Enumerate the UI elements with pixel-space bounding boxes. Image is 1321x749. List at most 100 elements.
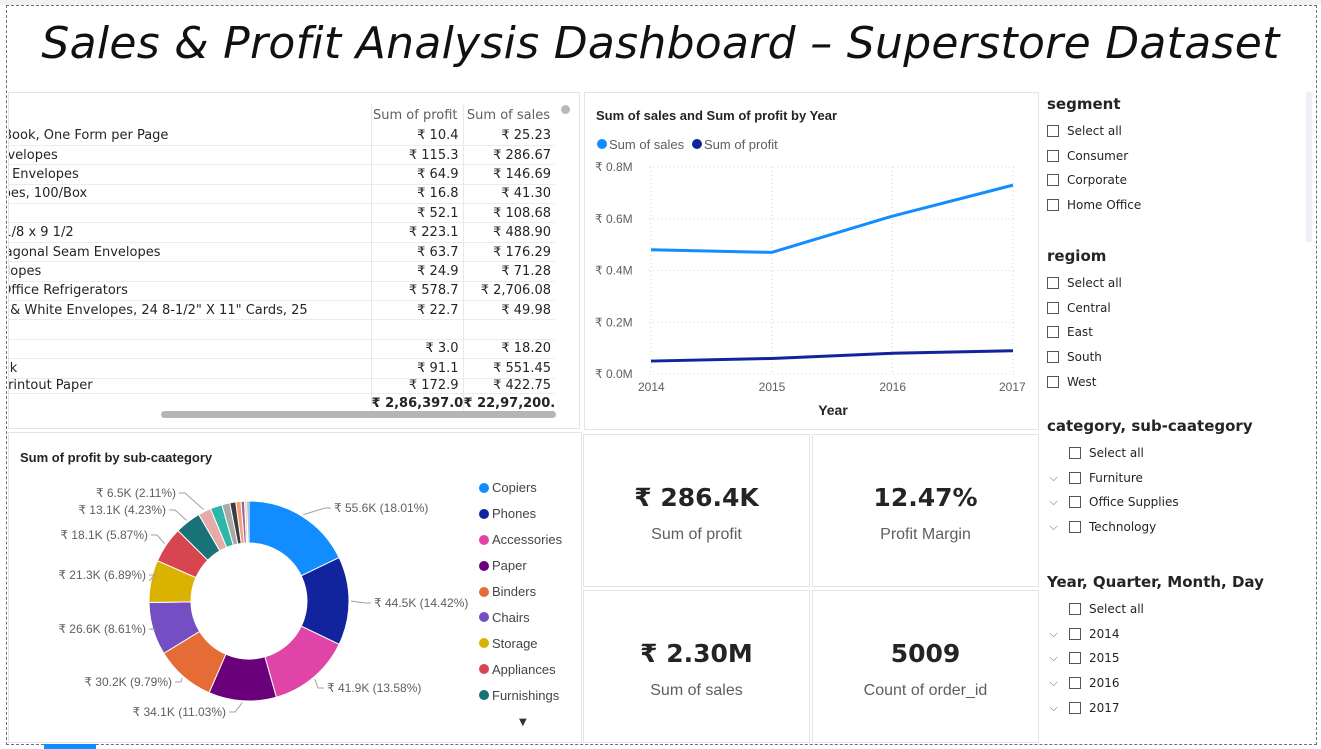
data-label: ₹ 6.5K (2.11%): [96, 486, 176, 500]
checkbox[interactable]: [1069, 652, 1081, 665]
card-sum-of-profit[interactable]: ₹ 286.4K Sum of profit: [583, 434, 810, 587]
slicer-option-2017[interactable]: ⌵ 2017: [1047, 695, 1264, 720]
legend-item[interactable]: Binders: [479, 579, 562, 605]
checkbox[interactable]: [1069, 447, 1081, 460]
checkbox[interactable]: [1047, 351, 1059, 364]
checkbox[interactable]: [1047, 174, 1059, 187]
legend-item[interactable]: Furnishings: [479, 682, 562, 708]
legend-item[interactable]: Copiers: [479, 475, 562, 501]
table-row[interactable]: velopes₹ 24.9₹ 71.28: [9, 261, 555, 282]
checkbox[interactable]: [1069, 603, 1081, 616]
legend-item[interactable]: Chairs: [479, 604, 562, 630]
chevron-down-icon[interactable]: ⌵: [1047, 701, 1060, 715]
slicer-option-technology[interactable]: ⌵ Technology: [1047, 515, 1253, 540]
legend-item[interactable]: Accessories: [479, 527, 562, 553]
checkbox[interactable]: [1069, 701, 1081, 714]
slicer-option-home-office[interactable]: Home Office: [1047, 193, 1141, 218]
y-tick-label: ₹ 0.4M: [595, 264, 633, 278]
chevron-down-icon[interactable]: ⌵: [1047, 520, 1060, 534]
checkbox[interactable]: [1069, 521, 1081, 534]
checkbox[interactable]: [1047, 149, 1059, 162]
leader-line: [314, 678, 324, 689]
slicer-option-corporate[interactable]: Corporate: [1047, 168, 1141, 193]
legend-label: Paper: [492, 558, 527, 574]
legend-marker: [597, 139, 607, 149]
cell-sales: ₹ 146.69: [462, 164, 555, 185]
table-row[interactable]: Diagonal Seam Envelopes₹ 63.7₹ 176.29: [9, 242, 555, 263]
table-row[interactable]: [9, 319, 555, 340]
data-label: ₹ 34.1K (11.03%): [133, 705, 226, 719]
table-row[interactable]: lopes, 100/Box₹ 16.8₹ 41.30: [9, 184, 555, 205]
chevron-down-icon[interactable]: ⌵: [1047, 471, 1060, 485]
table-vertical-scroll[interactable]: [561, 105, 570, 114]
slicer-option-select-all[interactable]: Select all: [1047, 119, 1141, 144]
card-sum-of-sales[interactable]: ₹ 2.30M Sum of sales: [583, 590, 810, 743]
slicer-option-2015[interactable]: ⌵ 2015: [1047, 646, 1264, 671]
legend-scroll-down-icon[interactable]: ▼: [519, 717, 527, 728]
checkbox[interactable]: [1047, 375, 1059, 388]
checkbox[interactable]: [1047, 277, 1059, 290]
legend-item[interactable]: Storage: [479, 630, 562, 656]
slicer-option-furniture[interactable]: ⌵ Furniture: [1047, 466, 1253, 491]
chevron-down-icon[interactable]: ⌵: [1047, 651, 1060, 665]
slicer-option-select-all[interactable]: Select all: [1047, 441, 1253, 466]
slicer-option-south[interactable]: South: [1047, 345, 1122, 370]
legend-label: Appliances: [492, 661, 556, 677]
card-label: Count of order_id: [863, 682, 988, 699]
donut-chart-panel[interactable]: Sum of profit by sub-caategory ₹ 55.6K (…: [8, 432, 582, 743]
page-tab-indicator[interactable]: [44, 744, 96, 749]
table-row[interactable]: r Printout Paper₹ 172.9₹ 422.75: [9, 378, 555, 394]
legend-item[interactable]: Paper: [479, 553, 562, 579]
table-row[interactable]: " Office Refrigerators₹ 578.7₹ 2,706.08: [9, 281, 555, 302]
chevron-down-icon[interactable]: ⌵: [1047, 495, 1060, 509]
data-label: ₹ 41.9K (13.58%): [327, 681, 421, 695]
legend-item[interactable]: Appliances: [479, 656, 562, 682]
checkbox[interactable]: [1047, 326, 1059, 339]
chevron-down-icon[interactable]: ⌵: [1047, 676, 1060, 690]
legend-item[interactable]: Phones: [479, 501, 562, 527]
table-row[interactable]: ns & White Envelopes, 24 8-1/2" X 11" Ca…: [9, 300, 555, 321]
slicer-option-east[interactable]: East: [1047, 320, 1122, 345]
table-row[interactable]: Envelopes₹ 115.3₹ 286.67: [9, 145, 555, 166]
checkbox[interactable]: [1047, 301, 1059, 314]
slicer-option-2016[interactable]: ⌵ 2016: [1047, 671, 1264, 696]
product-table[interactable]: Sum of profit Sum of sales e Book, One F…: [8, 92, 580, 429]
donut-legend: Copiers Phones Accessories Paper Binders Chai…: [479, 475, 562, 708]
header-sum-of-sales[interactable]: Sum of sales: [462, 104, 555, 126]
checkbox[interactable]: [1069, 471, 1081, 484]
chevron-down-icon[interactable]: ⌵: [1047, 627, 1060, 641]
checkbox[interactable]: [1047, 199, 1059, 212]
table-row[interactable]: e Book, One Form per Page₹ 10.4₹ 25.23: [9, 126, 555, 146]
checkbox[interactable]: [1047, 125, 1059, 138]
table-horizontal-scrollbar[interactable]: [161, 411, 556, 418]
data-label: ₹ 30.2K (9.79%): [84, 675, 172, 689]
card-label: Sum of sales: [650, 682, 743, 699]
slicer-option-consumer[interactable]: Consumer: [1047, 144, 1141, 169]
table-row[interactable]: lock₹ 91.1₹ 551.45: [9, 358, 555, 379]
slicer-option-central[interactable]: Central: [1047, 296, 1122, 321]
slicer-scrollbar[interactable]: [1306, 92, 1312, 242]
cell-product: int Envelopes: [9, 164, 371, 185]
cell-product: Diagonal Seam Envelopes: [9, 242, 371, 263]
table-row[interactable]: ₹ 52.1 ₹ 108.68: [9, 203, 555, 224]
checkbox[interactable]: [1069, 627, 1081, 640]
card-order-count[interactable]: 5009 Count of order_id: [812, 590, 1039, 743]
slicer-option-select-all[interactable]: Select all: [1047, 271, 1122, 296]
card-profit-margin[interactable]: 12.47% Profit Margin: [812, 434, 1039, 587]
header-sum-of-profit[interactable]: Sum of profit: [370, 104, 463, 126]
slicer-option-office-supplies[interactable]: ⌵ Office Supplies: [1047, 490, 1253, 515]
line-chart-panel[interactable]: Sum of sales and Sum of profit by Year Su…: [584, 92, 1039, 430]
table-row[interactable]: int Envelopes₹ 64.9₹ 146.69: [9, 164, 555, 185]
legend-marker: [479, 612, 489, 623]
slicer-segment: segment Select all Consumer Corporate Ho…: [1047, 95, 1141, 217]
data-label: ₹ 55.6K (18.01%): [334, 501, 428, 515]
slicer-option-west[interactable]: West: [1047, 369, 1122, 394]
checkbox[interactable]: [1069, 677, 1081, 690]
table-row[interactable]: 4 1/8 x 9 1/2₹ 223.1₹ 488.90: [9, 222, 555, 243]
slicer-option-2014[interactable]: ⌵ 2014: [1047, 622, 1264, 647]
checkbox[interactable]: [1069, 496, 1081, 509]
slicer-option-select-all[interactable]: Select all: [1047, 597, 1264, 622]
table-row[interactable]: ₹ 3.0 ₹ 18.20: [9, 339, 555, 360]
donut-chart: ₹ 55.6K (18.01%) ₹ 44.5K (14.42%) ₹ 41.9K …: [58, 486, 468, 719]
donut-slice[interactable]: [246, 500, 250, 544]
